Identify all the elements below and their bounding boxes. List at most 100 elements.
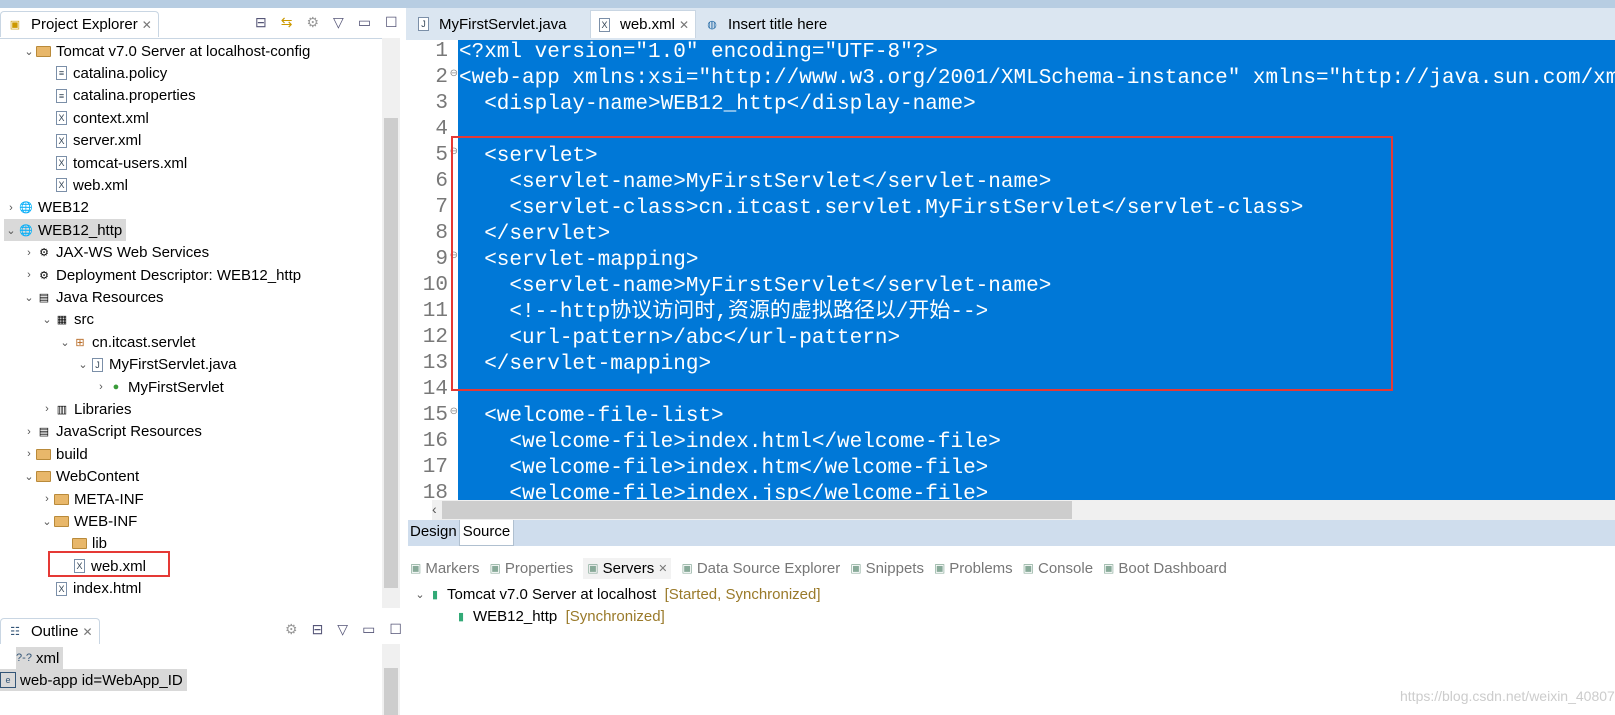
horizontal-scrollbar[interactable]: ‹ bbox=[432, 500, 1615, 520]
libraries-icon: ▥ bbox=[56, 403, 68, 416]
tab-source[interactable]: Source bbox=[458, 520, 515, 546]
text-file-icon: ≡ bbox=[56, 66, 67, 81]
scroll-thumb[interactable] bbox=[384, 668, 398, 715]
tree-item[interactable]: ⌄ Tomcat v7.0 Server at localhost-config bbox=[22, 40, 314, 62]
tab-console[interactable]: ▣ Console bbox=[1023, 560, 1093, 577]
scroll-thumb[interactable] bbox=[442, 501, 1072, 519]
xml-file-icon: X bbox=[599, 17, 610, 32]
tab-label: MyFirstServlet.java bbox=[439, 15, 567, 33]
tab-project-explorer[interactable]: ▣ Project Explorer ✕ bbox=[0, 11, 159, 37]
vertical-scrollbar[interactable] bbox=[382, 38, 400, 608]
chevron-down-icon[interactable]: ⌄ bbox=[40, 515, 54, 528]
tree-item[interactable]: ≡ catalina.policy bbox=[40, 62, 171, 84]
tree-item[interactable]: › build bbox=[22, 443, 92, 465]
maximize-icon[interactable]: ☐ bbox=[385, 14, 398, 31]
chevron-down-icon[interactable]: ⌄ bbox=[4, 224, 18, 237]
line-number: 3 bbox=[435, 92, 448, 115]
collapse-all-icon[interactable]: ⊟ bbox=[312, 621, 324, 638]
chevron-down-icon[interactable]: ⌄ bbox=[22, 291, 36, 304]
line-number: 8 bbox=[435, 222, 448, 245]
filter-icon[interactable]: ⚙ bbox=[285, 621, 298, 638]
scroll-left-icon[interactable]: ‹ bbox=[432, 501, 437, 517]
tab-outline[interactable]: ☷ Outline ✕ bbox=[0, 618, 100, 644]
tab-problems[interactable]: ▣ Problems bbox=[934, 560, 1013, 577]
fold-icon[interactable]: ⊖ bbox=[450, 406, 458, 417]
chevron-right-icon[interactable]: › bbox=[22, 247, 36, 259]
maximize-icon[interactable]: ☐ bbox=[389, 621, 402, 638]
close-icon[interactable]: ✕ bbox=[679, 18, 689, 32]
tree-item[interactable]: › META-INF bbox=[40, 488, 148, 510]
tree-item[interactable]: ⌄ WEB-INF bbox=[40, 510, 141, 532]
close-icon[interactable]: ✕ bbox=[658, 562, 667, 575]
tree-item[interactable]: ⌄ ▤ Java Resources bbox=[22, 286, 168, 308]
tree-item[interactable]: Xserver.xml bbox=[40, 130, 145, 152]
tab-data-source-explorer[interactable]: ▣ Data Source Explorer bbox=[681, 560, 840, 577]
server-item[interactable]: ▮ WEB12_http [Synchronized] bbox=[453, 605, 665, 627]
collapse-all-icon[interactable]: ⊟ bbox=[255, 14, 267, 31]
tab-snippets[interactable]: ▣ Snippets bbox=[850, 560, 924, 577]
outline-item[interactable]: e web-app id=WebApp_ID bbox=[0, 669, 187, 691]
tree-item[interactable]: › 🌐 WEB12 bbox=[4, 197, 93, 219]
chevron-right-icon[interactable]: › bbox=[94, 381, 108, 393]
line-number: 14 bbox=[422, 378, 448, 401]
tree-item[interactable]: Xindex.html bbox=[40, 578, 145, 600]
scroll-thumb[interactable] bbox=[384, 118, 398, 588]
editor-tab-web-xml[interactable]: X web.xml ✕ bbox=[590, 10, 697, 38]
server-label: WEB12_http bbox=[473, 607, 558, 625]
tab-properties[interactable]: ▣ Properties bbox=[490, 560, 574, 577]
line-number: 16 bbox=[422, 430, 448, 453]
editor-mode-bar: Design Source bbox=[408, 520, 1615, 546]
filter-icon[interactable]: ⚙ bbox=[306, 14, 319, 31]
chevron-down-icon[interactable]: ⌄ bbox=[76, 358, 90, 371]
tab-markers[interactable]: ▣ Markers bbox=[410, 560, 480, 577]
chevron-right-icon[interactable]: › bbox=[40, 403, 54, 415]
editor-tab-insert-title-here[interactable]: ◍ Insert title here bbox=[698, 10, 833, 38]
folder-icon bbox=[54, 515, 69, 527]
tab-servers[interactable]: ▣ Servers ✕ bbox=[583, 557, 672, 579]
tab-design[interactable]: Design bbox=[408, 520, 459, 546]
chevron-right-icon[interactable]: › bbox=[22, 426, 36, 438]
tree-item[interactable]: › ▥ Libraries bbox=[40, 398, 136, 420]
folder-icon bbox=[36, 448, 51, 460]
minimize-icon[interactable]: ▭ bbox=[358, 14, 371, 31]
close-icon[interactable]: ✕ bbox=[83, 625, 93, 639]
fold-icon[interactable]: ⊖ bbox=[450, 68, 458, 79]
view-menu-icon[interactable]: ▽ bbox=[337, 621, 348, 638]
tree-item-label: JavaScript Resources bbox=[56, 423, 202, 441]
chevron-down-icon[interactable]: ⌄ bbox=[58, 336, 72, 349]
chevron-right-icon[interactable]: › bbox=[22, 448, 36, 460]
tree-item[interactable]: › ⚙ JAX-WS Web Services bbox=[22, 242, 213, 264]
server-item[interactable]: ⌄ ▮ Tomcat v7.0 Server at localhost [Start… bbox=[413, 583, 820, 605]
tree-item[interactable]: Xweb.xml bbox=[40, 174, 132, 196]
tree-item[interactable]: ⌄ ⊞ cn.itcast.servlet bbox=[58, 331, 199, 353]
chevron-right-icon[interactable]: › bbox=[40, 493, 54, 505]
chevron-right-icon[interactable]: › bbox=[22, 269, 36, 281]
close-icon[interactable]: ✕ bbox=[142, 18, 152, 32]
outline-item[interactable]: ?-? xml bbox=[16, 647, 64, 669]
tree-item[interactable]: Xcontext.xml bbox=[40, 107, 153, 129]
chevron-down-icon[interactable]: ⌄ bbox=[22, 45, 36, 58]
vertical-scrollbar[interactable] bbox=[382, 644, 400, 715]
chevron-down-icon[interactable]: ⌄ bbox=[40, 313, 54, 326]
link-editor-icon[interactable]: ⇆ bbox=[281, 14, 293, 31]
tree-item[interactable]: ⌄ WebContent bbox=[22, 466, 143, 488]
server-status: [Synchronized] bbox=[565, 607, 665, 625]
chevron-right-icon[interactable]: › bbox=[4, 202, 18, 214]
chevron-down-icon[interactable]: ⌄ bbox=[22, 470, 36, 483]
view-menu-icon[interactable]: ▽ bbox=[333, 14, 344, 31]
html-file-icon: X bbox=[56, 581, 67, 596]
java-file-icon: J bbox=[92, 357, 103, 372]
editor-tab-myfirstservlet-java[interactable]: J MyFirstServlet.java bbox=[410, 10, 573, 38]
tree-item[interactable]: ⌄ ▦ src bbox=[40, 309, 98, 331]
tree-item[interactable]: Xtomcat-users.xml bbox=[40, 152, 191, 174]
tree-item[interactable]: › ● MyFirstServlet bbox=[94, 376, 228, 398]
tree-item[interactable]: › ▤ JavaScript Resources bbox=[22, 421, 206, 443]
chevron-down-icon[interactable]: ⌄ bbox=[413, 588, 427, 601]
tab-label: Snippets bbox=[865, 559, 924, 577]
tree-item[interactable]: ⌄ J MyFirstServlet.java bbox=[76, 354, 241, 376]
tree-item[interactable]: › ⚙ Deployment Descriptor: WEB12_http bbox=[22, 264, 305, 286]
tab-boot-dashboard[interactable]: ▣ Boot Dashboard bbox=[1103, 560, 1227, 577]
tree-item[interactable]: ≡ catalina.properties bbox=[40, 85, 200, 107]
minimize-icon[interactable]: ▭ bbox=[362, 621, 375, 638]
tree-item[interactable]: ⌄ 🌐 WEB12_http bbox=[4, 219, 127, 242]
